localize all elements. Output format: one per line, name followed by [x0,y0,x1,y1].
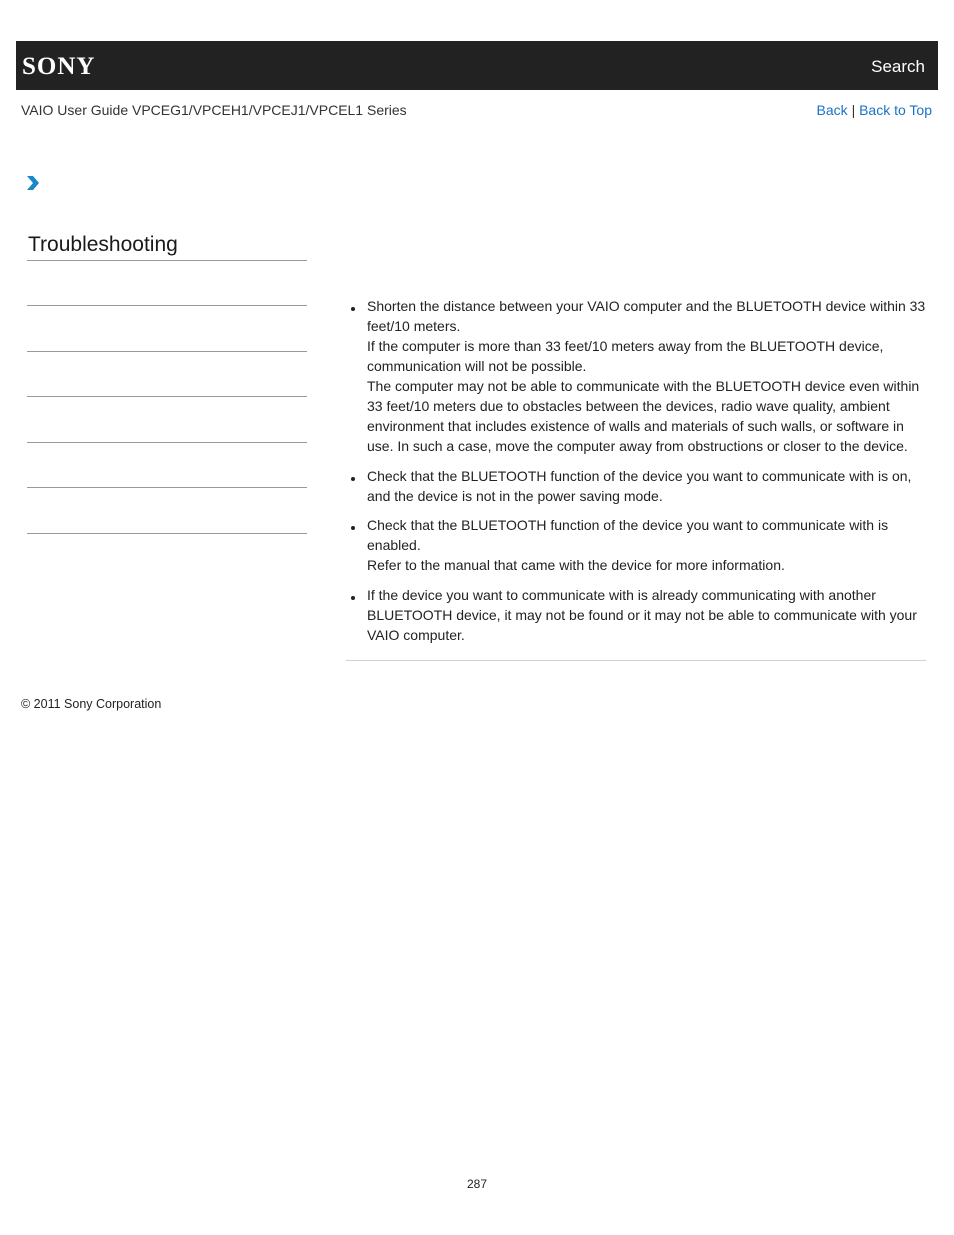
tips-list: Shorten the distance between your VAIO c… [346,296,928,645]
list-item-text: The computer may not be able to communic… [367,378,920,454]
list-item-text: Check that the BLUETOOTH function of the… [367,517,889,553]
content-divider [346,660,926,661]
list-item: Check that the BLUETOOTH function of the… [346,466,928,506]
section-title-divider [27,260,307,261]
page-number: 287 [466,1177,488,1191]
section-title: Troubleshooting [28,233,178,256]
sidebar-divider [27,305,307,306]
copyright: © 2011 Sony Corporation [21,697,162,711]
nav-links: Back | Back to Top [817,102,932,118]
sony-logo[interactable]: SONY [16,41,144,90]
main-content: Shorten the distance between your VAIO c… [346,296,928,654]
sidebar-divider [27,533,307,534]
guide-title: VAIO User Guide VPCEG1/VPCEH1/VPCEJ1/VPC… [21,102,407,118]
header-bar: SONY Search [16,41,938,90]
sidebar-divider [27,396,307,397]
sidebar-divider [27,442,307,443]
list-item-text: If the computer is more than 33 feet/10 … [367,338,884,374]
list-item: Shorten the distance between your VAIO c… [346,296,928,456]
back-to-top-link[interactable]: Back to Top [859,102,932,118]
back-link[interactable]: Back [817,102,848,118]
list-item-text: If the device you want to communicate wi… [367,586,917,643]
list-item-text: Shorten the distance between your VAIO c… [367,298,926,334]
sony-logo-text: SONY [22,53,96,80]
sidebar-divider [27,351,307,352]
list-item-text: Check that the BLUETOOTH function of the… [367,467,912,504]
list-item-text: Refer to the manual that came with the d… [367,557,785,573]
list-item: Check that the BLUETOOTH function of the… [346,515,928,575]
search-link[interactable]: Search [871,57,925,77]
chevron-right-icon[interactable] [26,175,40,196]
sidebar-divider [27,487,307,488]
list-item: If the device you want to communicate wi… [346,585,928,645]
nav-separator: | [851,102,856,118]
